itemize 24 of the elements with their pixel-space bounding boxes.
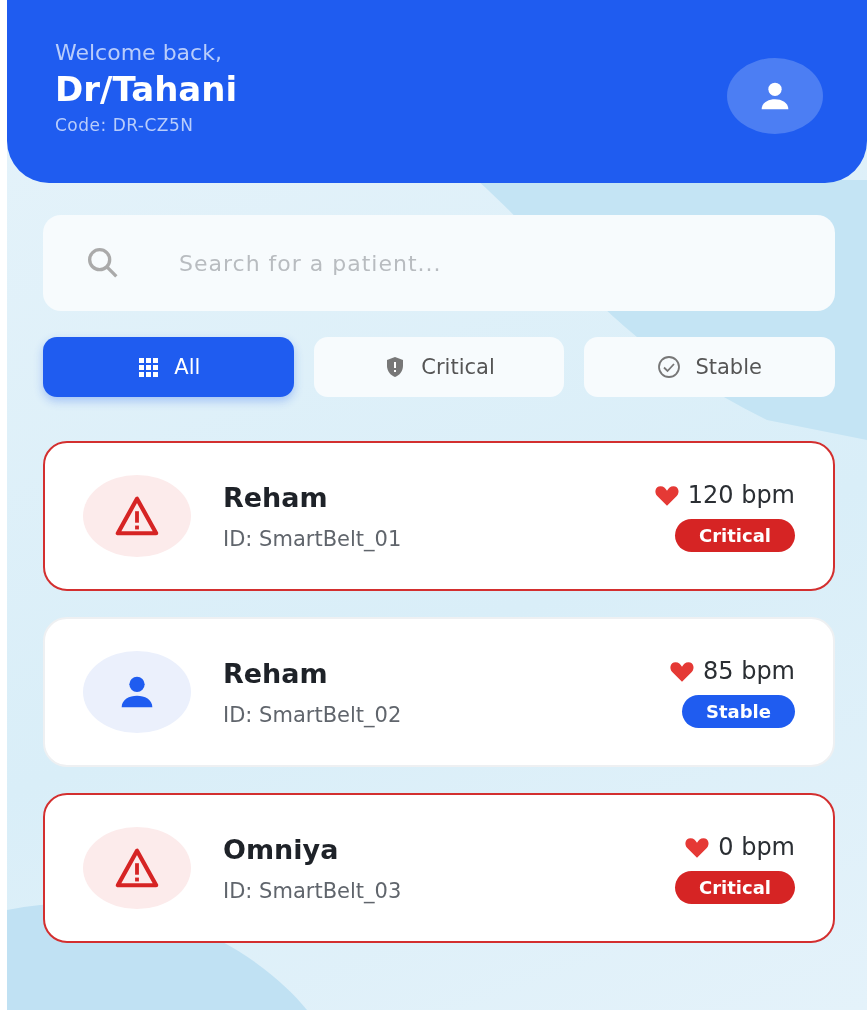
patient-name: Reham xyxy=(223,481,329,513)
grid-icon xyxy=(136,355,161,379)
status-badge: Critical xyxy=(674,518,795,552)
patient-card[interactable]: Reham ID: SmartBelt_01 120 bpm Critical xyxy=(43,441,835,591)
doctor-name: Dr/Tahani xyxy=(55,69,238,109)
heart-rate: 120 bpm xyxy=(687,480,795,509)
heart-rate: 85 bpm xyxy=(703,656,795,685)
patient-id: ID: SmartBelt_03 xyxy=(223,878,403,903)
search-field[interactable]: Search for a patient... xyxy=(43,215,835,311)
patient-id: ID: SmartBelt_02 xyxy=(223,702,403,727)
patient-name: Omniya xyxy=(223,833,340,865)
patient-id: ID: SmartBelt_01 xyxy=(223,526,403,551)
check-circle-icon xyxy=(657,355,682,379)
patient-name: Reham xyxy=(223,657,329,689)
patient-card[interactable]: Omniya ID: SmartBelt_03 0 bpm Critical xyxy=(43,793,835,943)
status-badge: Stable xyxy=(682,694,795,728)
heart-rate: 0 bpm xyxy=(718,832,795,861)
patient-card[interactable]: Reham ID: SmartBelt_02 85 bpm Stable xyxy=(43,617,835,767)
status-badge: Critical xyxy=(674,870,795,904)
doctor-code: Code: DR-CZ5N xyxy=(55,115,195,135)
filter-tab[interactable]: Critical xyxy=(313,337,565,397)
greeting-text: Welcome back, xyxy=(55,40,223,65)
filter-tab[interactable]: Stable xyxy=(584,337,835,397)
filter-tab[interactable]: All xyxy=(43,337,294,397)
